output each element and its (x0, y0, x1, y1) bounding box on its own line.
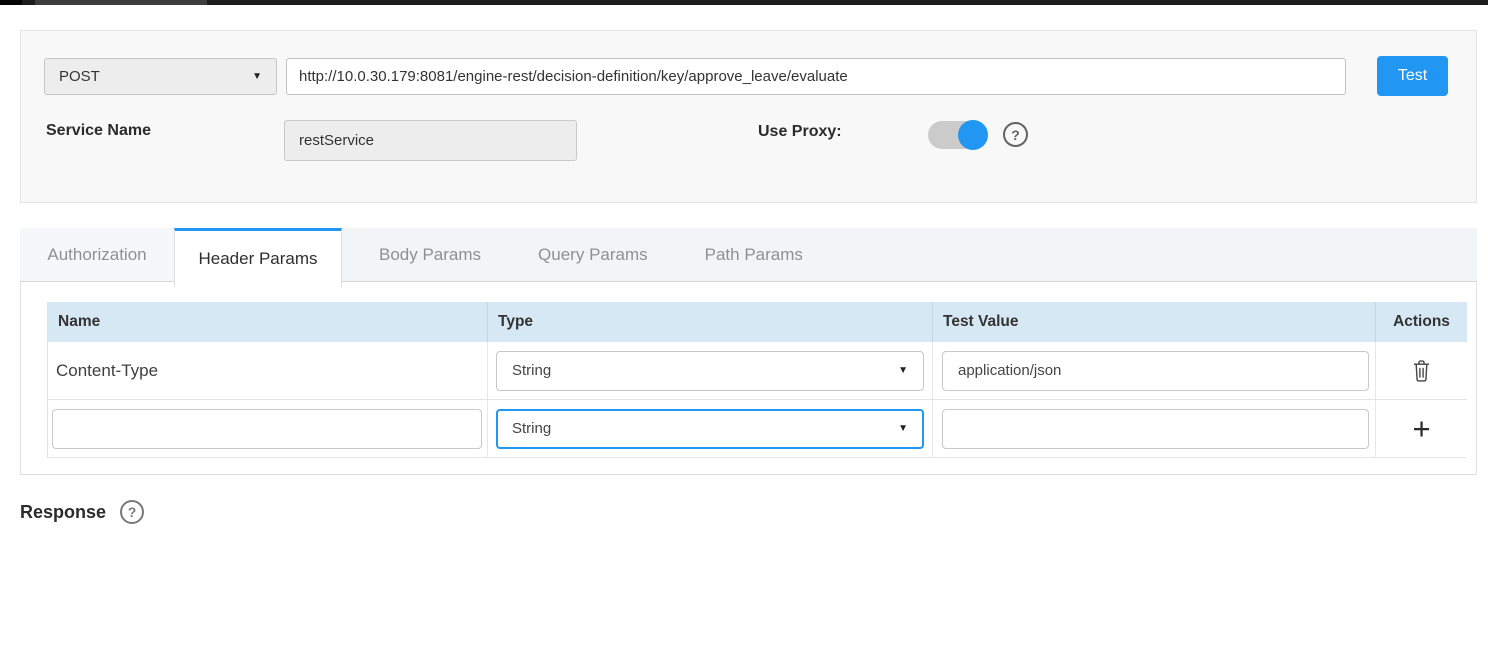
table-row-1-actions-cell (1376, 342, 1467, 400)
param-type-value: String (512, 362, 898, 379)
chevron-down-icon: ▼ (898, 366, 908, 376)
toggle-thumb (958, 120, 988, 150)
table-row-1-name-cell: Content-Type (48, 342, 488, 400)
request-config-panel: POST ▼ Test Service Name Use Proxy: ? (20, 30, 1477, 203)
column-header-test-value: Test Value (933, 302, 1376, 342)
param-name-text: Content-Type (48, 361, 158, 381)
chevron-down-icon: ▼ (252, 72, 262, 82)
table-row-2-actions-cell: + (1376, 400, 1467, 457)
window-top-bar-segment (0, 0, 22, 5)
param-test-value-input[interactable] (942, 351, 1369, 391)
response-help-icon[interactable]: ? (120, 500, 144, 524)
column-header-actions: Actions (1376, 302, 1467, 342)
param-name-input[interactable] (52, 409, 482, 449)
header-params-panel: Name Type Test Value Actions Content-Typ… (20, 282, 1477, 475)
use-proxy-label: Use Proxy: (758, 123, 842, 141)
request-url-input[interactable] (286, 58, 1346, 95)
service-name-label: Service Name (46, 122, 151, 140)
table-row-2-value-cell (933, 400, 1376, 457)
trash-icon (1411, 358, 1432, 384)
tab-authorization[interactable]: Authorization (20, 228, 174, 281)
service-name-input[interactable] (284, 120, 577, 161)
rest-service-test-page: POST ▼ Test Service Name Use Proxy: ? Au… (0, 0, 1488, 646)
tab-path-params[interactable]: Path Params (685, 228, 823, 281)
delete-row-button[interactable] (1411, 358, 1432, 384)
param-type-select-focused[interactable]: String ▼ (496, 409, 924, 449)
param-type-select[interactable]: String ▼ (496, 351, 924, 391)
response-label: Response (20, 502, 106, 523)
table-row-2-name-cell (48, 400, 488, 457)
table-row-1-type-cell: String ▼ (488, 342, 933, 400)
table-row-1-value-cell (933, 342, 1376, 400)
use-proxy-toggle[interactable] (928, 120, 990, 150)
param-test-value-input[interactable] (942, 409, 1369, 449)
response-section-header: Response ? (20, 500, 144, 524)
window-top-bar-tab-hint (35, 0, 207, 5)
param-type-value: String (512, 420, 898, 437)
add-row-button[interactable]: + (1412, 411, 1430, 447)
http-method-select[interactable]: POST ▼ (44, 58, 277, 95)
table-row-2-type-cell: String ▼ (488, 400, 933, 457)
header-params-table: Name Type Test Value Actions Content-Typ… (47, 302, 1466, 458)
tab-header-params[interactable]: Header Params (174, 228, 342, 287)
tab-body-params[interactable]: Body Params (359, 228, 501, 281)
params-tab-bar: Authorization Header Params Body Params … (20, 228, 1477, 282)
chevron-down-icon: ▼ (898, 424, 908, 434)
proxy-help-icon[interactable]: ? (1003, 122, 1028, 147)
window-top-bar (0, 0, 1488, 5)
test-button[interactable]: Test (1377, 56, 1448, 96)
tab-query-params[interactable]: Query Params (518, 228, 668, 281)
column-header-name: Name (48, 302, 488, 342)
column-header-type: Type (488, 302, 933, 342)
http-method-value: POST (59, 68, 252, 85)
